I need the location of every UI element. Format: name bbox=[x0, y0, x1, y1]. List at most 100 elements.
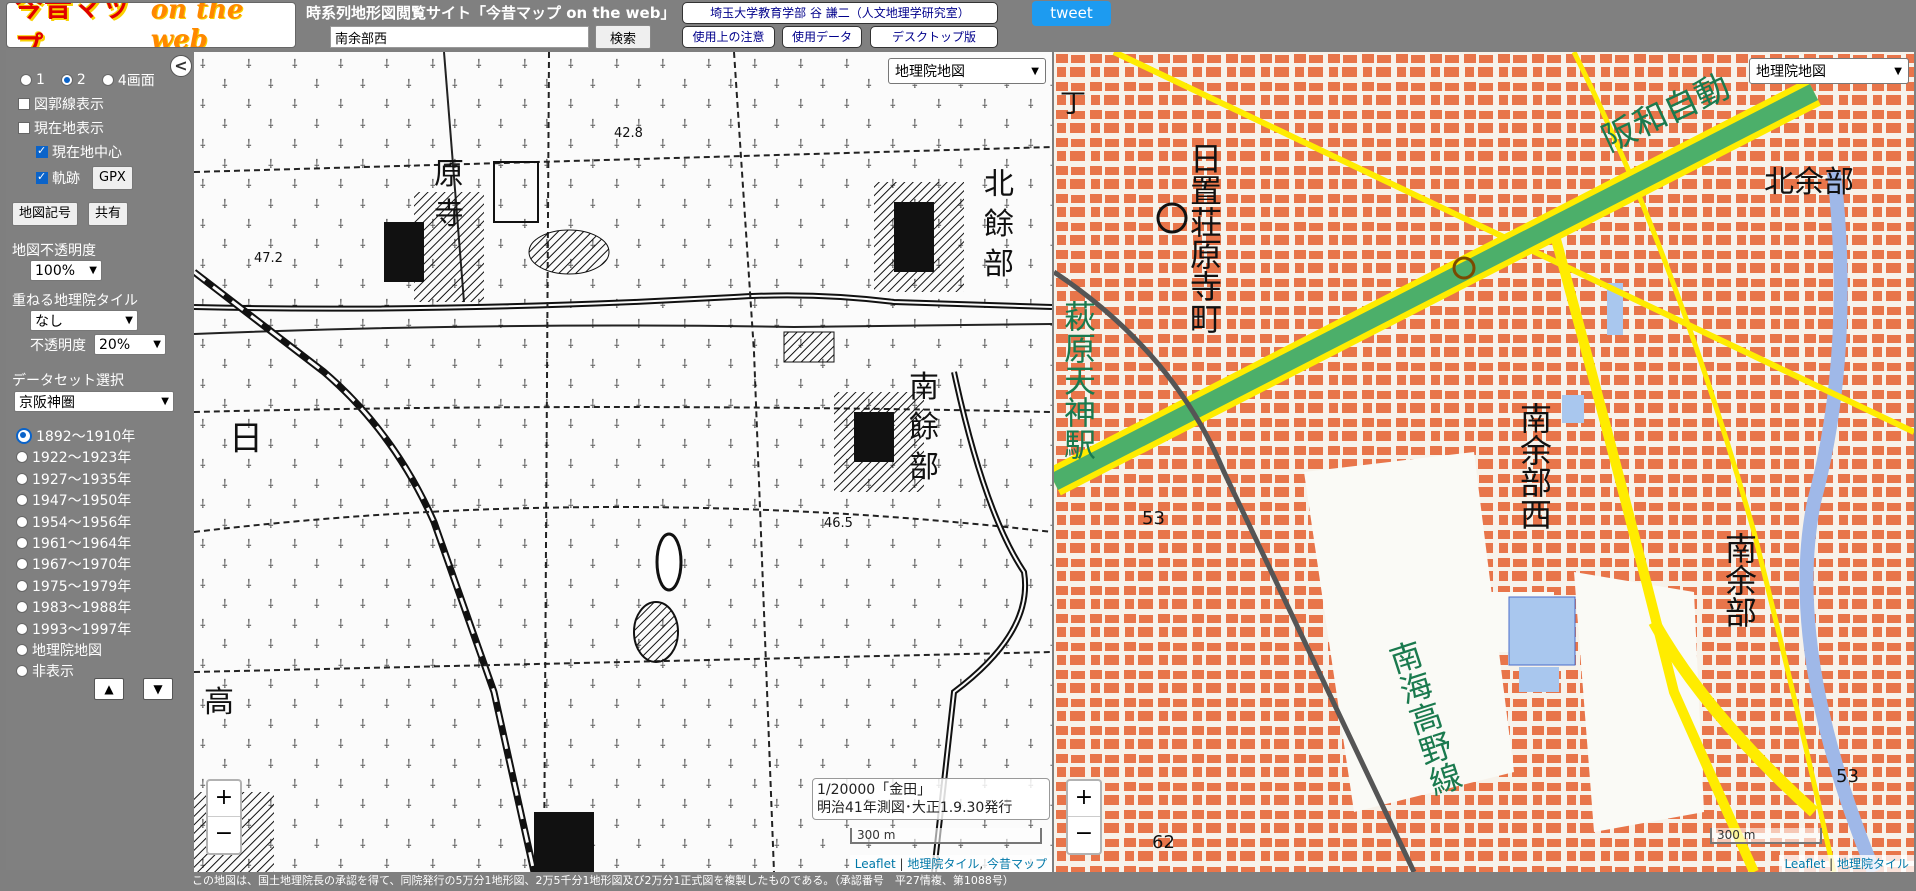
period-option[interactable]: 非表示 bbox=[16, 661, 74, 681]
opacity-select[interactable]: 100% ▼ bbox=[30, 260, 102, 281]
modern-map-zoom-out-button[interactable]: − bbox=[1068, 817, 1100, 853]
modern-map-zoom-in-button[interactable]: + bbox=[1068, 781, 1100, 817]
chevron-down-icon: ▼ bbox=[89, 265, 97, 276]
overlay-opacity-label: 不透明度 bbox=[30, 337, 86, 354]
leaflet-link[interactable]: Leaflet bbox=[855, 857, 896, 871]
center-current-checkbox[interactable] bbox=[36, 144, 48, 158]
gsi-tile-link[interactable]: 地理院タイル bbox=[907, 857, 979, 871]
usage-notes-link[interactable]: 使用上の注意 bbox=[682, 26, 775, 48]
old-map-label-hara: 原 bbox=[434, 157, 464, 192]
period-radio[interactable] bbox=[16, 579, 28, 592]
modern-map-pane[interactable]: 日置荘原寺町 阪和自動 北余部 萩原天神駅 南余部西 南余部 南海高野線 丁 5… bbox=[1054, 52, 1914, 872]
share-button[interactable]: 共有 bbox=[88, 202, 129, 226]
period-radio[interactable] bbox=[16, 622, 28, 635]
map-legend-button[interactable]: 地図記号 bbox=[12, 202, 79, 226]
old-map-scale: 300 m bbox=[850, 828, 1042, 844]
search-input[interactable] bbox=[330, 26, 589, 48]
gsi-tile-link[interactable]: 地理院タイル bbox=[1837, 857, 1909, 871]
modern-label-cho: 丁 bbox=[1060, 89, 1086, 119]
modern-map-layer-select[interactable]: 地理院地図 ▼ bbox=[1749, 58, 1909, 84]
old-map-elevation-3: 46.5 bbox=[824, 516, 853, 531]
period-option[interactable]: 1983～1988年 bbox=[16, 597, 131, 617]
overlay-opacity-select[interactable]: 20% ▼ bbox=[94, 334, 166, 355]
university-link[interactable]: 埼玉大学教育学部 谷 謙二（人文地理学研究室） bbox=[682, 2, 998, 24]
track-checkbox[interactable] bbox=[36, 170, 48, 184]
desktop-version-link[interactable]: デスクトップ版 bbox=[870, 26, 998, 48]
leaflet-link[interactable]: Leaflet bbox=[1784, 857, 1825, 871]
period-radio[interactable] bbox=[16, 644, 28, 656]
old-map-label-be2: 部 bbox=[909, 450, 939, 485]
modern-elevation-3: 62 bbox=[1152, 832, 1175, 853]
period-option[interactable]: 1892～1910年 bbox=[16, 426, 135, 446]
current-location-checkbox[interactable] bbox=[18, 122, 30, 134]
center-current-option: 現在地中心 bbox=[36, 142, 122, 162]
old-map-pane[interactable]: ⸸ ⸸ bbox=[194, 52, 1052, 872]
old-map-zoom-in-button[interactable]: + bbox=[208, 781, 240, 817]
screen-1-label: 1 bbox=[36, 72, 45, 88]
period-option[interactable]: 1993～1997年 bbox=[16, 619, 131, 639]
dataset-label-row: データセット選択 bbox=[12, 370, 124, 390]
period-radio[interactable] bbox=[16, 515, 28, 528]
period-label: 1892～1910年 bbox=[36, 429, 136, 445]
old-map-info-line2: 明治41年測図･大正1.9.30発行 bbox=[817, 800, 1013, 816]
period-radio[interactable] bbox=[16, 537, 28, 549]
period-radio[interactable] bbox=[16, 428, 32, 444]
konjaku-link[interactable]: 今昔マップ bbox=[987, 857, 1047, 871]
modern-map-layer-value: 地理院地図 bbox=[1756, 64, 1826, 80]
dataset-select[interactable]: 京阪神圏 ▼ bbox=[14, 391, 174, 412]
period-option[interactable]: 1947～1950年 bbox=[16, 490, 131, 510]
period-option[interactable]: 1954～1956年 bbox=[16, 512, 131, 532]
period-radio[interactable] bbox=[16, 451, 28, 464]
period-option[interactable]: 1975～1979年 bbox=[16, 576, 131, 596]
data-used-link[interactable]: 使用データ bbox=[782, 26, 862, 48]
modern-elevation-2: 53 bbox=[1836, 766, 1859, 787]
old-map-label-yo1: 餘 bbox=[984, 207, 1014, 242]
gpx-button[interactable]: GPX bbox=[92, 166, 133, 190]
screen-2-label: 2 bbox=[76, 72, 86, 88]
screen-2-radio[interactable] bbox=[60, 74, 73, 86]
period-option[interactable]: 1961～1964年 bbox=[16, 533, 131, 553]
period-up-button[interactable]: ▲ bbox=[94, 678, 124, 700]
period-label: 1954～1956年 bbox=[32, 514, 132, 531]
current-location-option: 現在地表示 bbox=[18, 118, 104, 138]
old-map-label-yo2: 餘 bbox=[909, 410, 939, 445]
old-map-layer-select[interactable]: 地理院地図 ▼ bbox=[888, 58, 1046, 84]
period-radio[interactable] bbox=[16, 665, 28, 678]
period-option[interactable]: 1922～1923年 bbox=[16, 447, 131, 467]
grid-lines-checkbox[interactable] bbox=[18, 98, 30, 110]
period-option[interactable]: 1967～1970年 bbox=[16, 554, 131, 574]
modern-label-kitaamabe: 北余部 bbox=[1764, 165, 1854, 200]
legend-share-row: 地図記号 共有 bbox=[12, 202, 129, 226]
screen-1-radio[interactable] bbox=[20, 74, 32, 86]
overlay-select[interactable]: なし ▼ bbox=[30, 310, 138, 331]
modern-label-minamiamabe-nishi: 南余部西 bbox=[1515, 402, 1553, 530]
period-option[interactable]: 地理院地図 bbox=[16, 640, 102, 660]
period-label: 地理院地図 bbox=[32, 643, 102, 659]
tweet-button[interactable]: tweet bbox=[1032, 1, 1111, 26]
overlay-value: なし bbox=[35, 313, 63, 330]
period-radio[interactable] bbox=[16, 472, 28, 485]
period-label: 1983～1988年 bbox=[32, 600, 132, 617]
period-radio[interactable] bbox=[16, 558, 28, 571]
period-option[interactable]: 1927～1935年 bbox=[16, 469, 131, 489]
old-map-label-be1: 部 bbox=[984, 247, 1014, 282]
track-label: 軌跡 bbox=[52, 171, 80, 187]
search-button[interactable]: 検索 bbox=[595, 25, 651, 49]
screen-count-group: 1 2 4画面 bbox=[20, 70, 155, 90]
old-map-zoom-out-button[interactable]: − bbox=[208, 817, 240, 853]
old-map-canvas: ⸸ ⸸ bbox=[194, 52, 1052, 872]
period-radio[interactable] bbox=[16, 494, 28, 507]
period-label: 1947～1950年 bbox=[32, 493, 132, 510]
collapse-sidebar-button[interactable]: < bbox=[170, 55, 192, 77]
copyright-footer: この地図は、国土地理院長の承認を得て、同院発行の5万分1地形図、2万5千分1地形… bbox=[192, 873, 1916, 891]
screen-4-radio[interactable] bbox=[101, 74, 114, 86]
period-down-button[interactable]: ▼ bbox=[143, 678, 173, 700]
period-label: 1922～1923年 bbox=[32, 450, 132, 467]
app-frame: 今昔マップ on the web 時系列地形図閲覧サイト「今昔マップ on th… bbox=[0, 0, 1916, 891]
period-radio[interactable] bbox=[16, 601, 28, 614]
overlay-label: 重ねる地理院タイル bbox=[12, 293, 138, 309]
old-map-elevation-2: 47.2 bbox=[254, 251, 283, 266]
period-label: 非表示 bbox=[32, 664, 74, 681]
site-logo[interactable]: 今昔マップ on the web bbox=[6, 2, 296, 48]
opacity-value: 100% bbox=[35, 262, 76, 279]
